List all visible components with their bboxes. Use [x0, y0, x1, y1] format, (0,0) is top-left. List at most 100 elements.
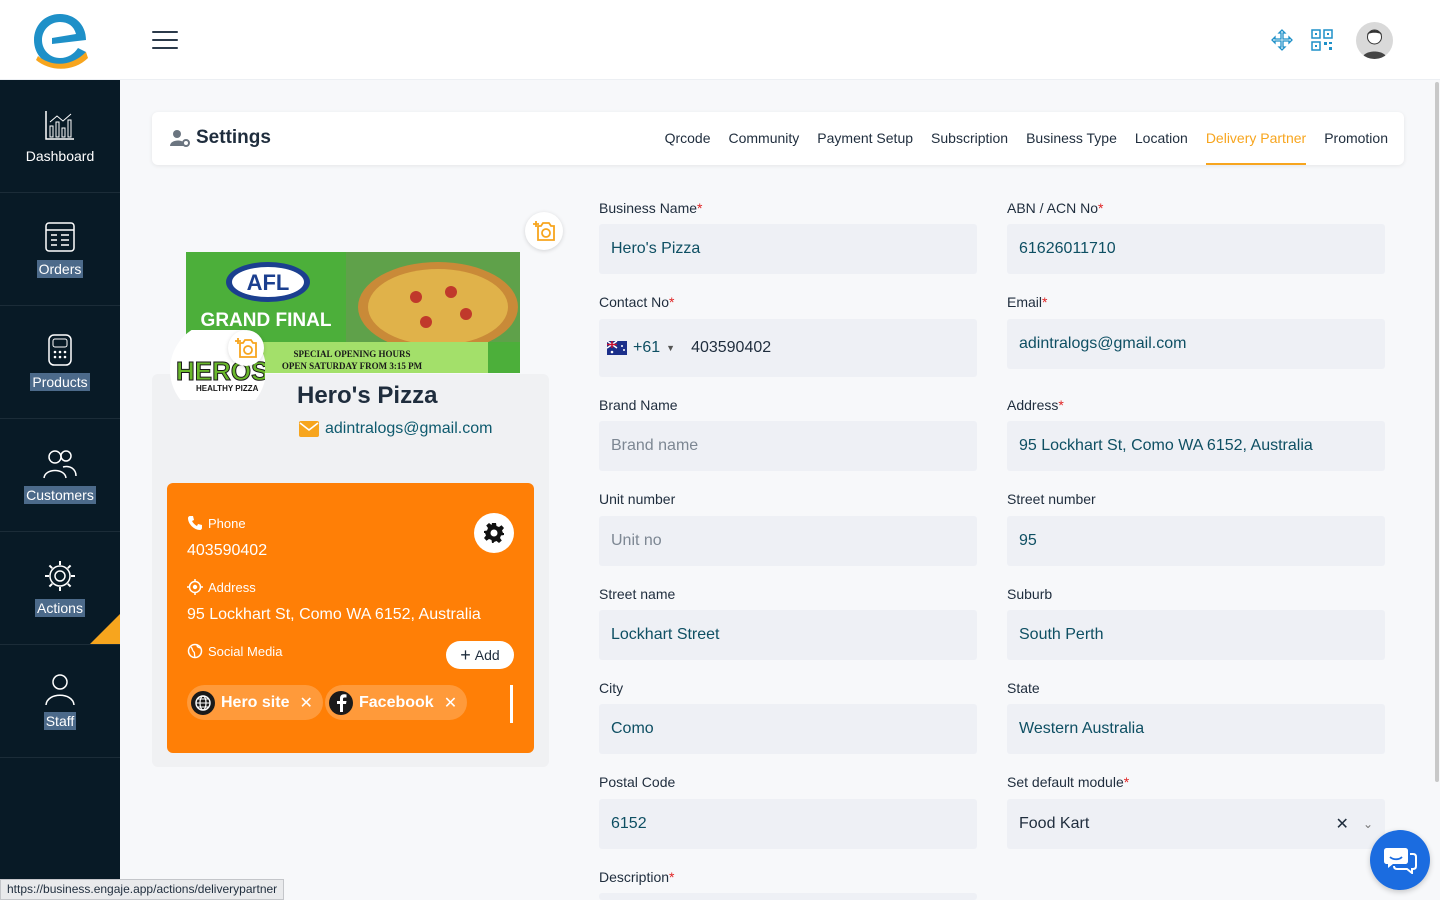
user-settings-icon	[170, 130, 190, 147]
settings-header: Settings Qrcode Community Payment Setup …	[152, 112, 1404, 165]
gear-icon	[45, 561, 75, 591]
description-label: Description*	[599, 869, 675, 885]
email-label: Email*	[1007, 294, 1048, 310]
street-name-label: Street name	[599, 586, 676, 602]
address-value: 95 Lockhart St, Como WA 6152, Australia	[187, 606, 481, 623]
scroll-indicator	[510, 685, 513, 723]
chevron-down-icon: ▼	[666, 343, 676, 353]
camera-add-icon	[533, 221, 555, 241]
sidebar-item-label: Products	[30, 373, 90, 391]
social-chip-hero-site[interactable]: Hero site ✕	[187, 685, 323, 720]
suburb-input[interactable]: South Perth	[1007, 610, 1385, 660]
module-label: Set default module*	[1007, 774, 1130, 790]
contact-input[interactable]: +61 ▼ 403590402	[599, 319, 977, 377]
user-avatar[interactable]	[1356, 22, 1393, 59]
tab-location[interactable]: Location	[1135, 112, 1188, 165]
status-url: https://business.engaje.app/actions/deli…	[0, 879, 285, 900]
sidebar-item-dashboard[interactable]: Dashboard	[0, 80, 120, 193]
social-chip-facebook[interactable]: Facebook ✕	[325, 685, 468, 720]
social-media-label: Social Media	[187, 643, 282, 659]
unit-number-input[interactable]: Unit no	[599, 516, 977, 566]
edit-contact-settings-button[interactable]	[474, 513, 514, 553]
city-input[interactable]: Como	[599, 704, 977, 754]
description-input[interactable]	[599, 893, 977, 900]
phone-icon	[188, 516, 202, 530]
default-module-select[interactable]: Food Kart ✕ ⌄	[1007, 799, 1385, 849]
mail-icon	[299, 421, 319, 437]
sidebar-item-staff[interactable]: Staff	[0, 645, 120, 758]
page-title: Settings	[169, 127, 271, 149]
sidebar-item-customers[interactable]: Customers	[0, 419, 120, 532]
location-icon	[187, 579, 203, 595]
menu-toggle-button[interactable]	[152, 31, 178, 49]
active-indicator	[90, 614, 120, 644]
business-name-input[interactable]: Hero's Pizza	[599, 224, 977, 274]
postal-label: Postal Code	[599, 774, 676, 790]
engaje-logo[interactable]	[30, 10, 90, 70]
products-icon	[48, 334, 72, 366]
city-label: City	[599, 680, 624, 696]
brand-label: Brand Name	[599, 397, 678, 413]
globe-icon	[191, 690, 215, 715]
chevron-down-icon[interactable]: ⌄	[1363, 817, 1373, 831]
banner-hours-detail: OPEN SATURDAY FROM 3:15 PM	[282, 361, 423, 371]
page-scrollbar[interactable]	[1435, 82, 1439, 782]
street-number-label: Street number	[1007, 491, 1096, 507]
sidebar-item-products[interactable]: Products	[0, 306, 120, 419]
logo-subtext: HEALTHY PIZZA	[196, 384, 259, 393]
camera-add-icon	[235, 338, 257, 358]
state-input[interactable]: Western Australia	[1007, 704, 1385, 754]
change-logo-button[interactable]	[228, 330, 264, 366]
sidebar-item-label: Customers	[24, 486, 96, 504]
email-input[interactable]: adintralogs@gmail.com	[1007, 319, 1385, 369]
brand-name-input[interactable]: Brand name	[599, 421, 977, 471]
sidebar: Dashboard Orders Products Customers Acti…	[0, 80, 120, 900]
customers-icon	[43, 450, 77, 479]
top-header	[0, 0, 1440, 80]
street-name-input[interactable]: Lockhart Street	[599, 610, 977, 660]
remove-chip-icon[interactable]: ✕	[299, 693, 312, 713]
tab-delivery-partner[interactable]: Delivery Partner	[1205, 112, 1307, 165]
chart-icon	[45, 111, 74, 140]
staff-icon	[45, 674, 75, 706]
clear-selection-icon[interactable]: ✕	[1336, 814, 1349, 834]
contact-card: Phone 403590402 Address 95 Lockhart St, …	[167, 483, 534, 753]
add-social-button[interactable]: + Add	[446, 641, 514, 669]
unit-label: Unit number	[599, 491, 676, 507]
qrcode-icon[interactable]	[1310, 28, 1334, 52]
tab-qrcode[interactable]: Qrcode	[665, 112, 711, 165]
sidebar-item-orders[interactable]: Orders	[0, 193, 120, 306]
street-number-input[interactable]: 95	[1007, 516, 1385, 566]
country-code-select[interactable]: +61	[633, 339, 660, 357]
suburb-label: Suburb	[1007, 586, 1053, 602]
australia-flag-icon	[606, 340, 627, 355]
sidebar-item-label: Dashboard	[25, 148, 95, 164]
business-email: adintralogs@gmail.com	[299, 420, 492, 438]
tab-payment-setup[interactable]: Payment Setup	[817, 112, 913, 165]
sidebar-item-actions[interactable]: Actions	[0, 532, 120, 645]
address-field-label: Address*	[1007, 397, 1064, 413]
globe-icon	[187, 643, 203, 659]
address-input[interactable]: 95 Lockhart St, Como WA 6152, Australia	[1007, 421, 1385, 471]
sidebar-item-label: Orders	[36, 260, 84, 278]
chat-widget-button[interactable]	[1370, 830, 1430, 890]
abn-input[interactable]: 61626011710	[1007, 224, 1385, 274]
gear-icon	[484, 523, 504, 543]
contact-number-value: 403590402	[691, 339, 772, 356]
state-label: State	[1007, 680, 1040, 696]
phone-value: 403590402	[187, 542, 268, 559]
change-cover-button[interactable]	[525, 212, 563, 250]
tab-subscription[interactable]: Subscription	[931, 112, 1008, 165]
remove-chip-icon[interactable]: ✕	[444, 693, 457, 713]
tab-business-type[interactable]: Business Type	[1026, 112, 1117, 165]
address-label: Address	[187, 579, 256, 595]
sidebar-item-label: Staff	[43, 712, 77, 730]
chat-icon	[1384, 848, 1417, 874]
tab-community[interactable]: Community	[729, 112, 800, 165]
abn-label: ABN / ACN No*	[1007, 200, 1104, 216]
facebook-icon	[329, 690, 353, 715]
tab-promotion[interactable]: Promotion	[1324, 112, 1388, 165]
business-name-label: Business Name*	[599, 200, 703, 216]
fullscreen-icon[interactable]	[1270, 28, 1294, 52]
postal-code-input[interactable]: 6152	[599, 799, 977, 849]
